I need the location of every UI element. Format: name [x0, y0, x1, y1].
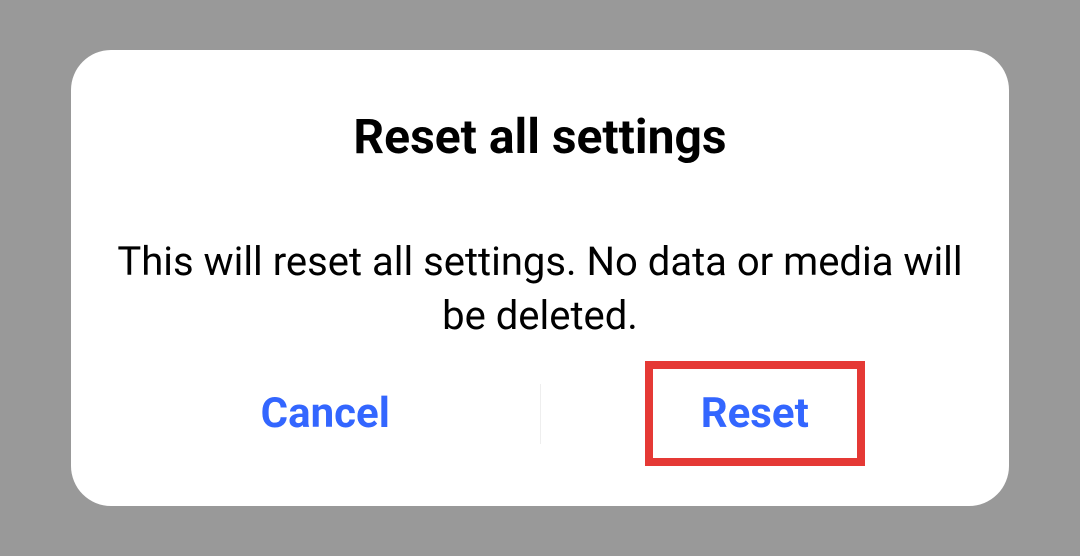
dialog-actions: Cancel Reset [71, 361, 1009, 476]
reset-button-container: Reset [541, 361, 970, 466]
reset-highlight-box: Reset [645, 361, 865, 466]
cancel-button-container: Cancel [111, 375, 540, 452]
reset-button[interactable]: Reset [673, 375, 837, 452]
cancel-button[interactable]: Cancel [233, 375, 418, 452]
dialog-message: This will reset all settings. No data or… [71, 235, 1009, 361]
dialog-title: Reset all settings [71, 108, 1009, 165]
reset-settings-dialog: Reset all settings This will reset all s… [71, 50, 1009, 506]
